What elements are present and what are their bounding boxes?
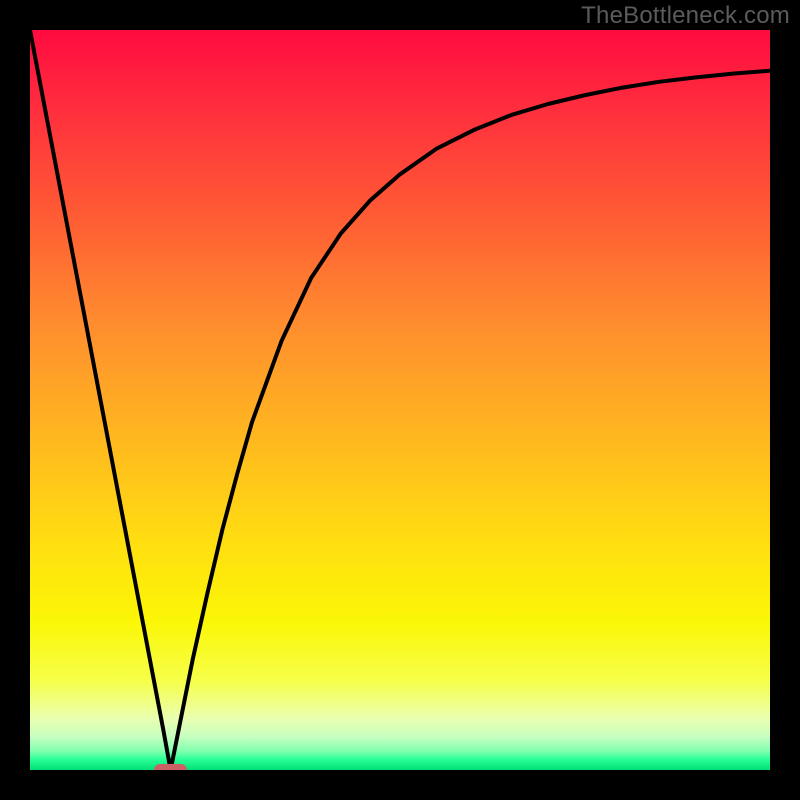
chart-frame: TheBottleneck.com [0, 0, 800, 800]
optimal-point-marker [154, 764, 187, 770]
watermark-text: TheBottleneck.com [581, 2, 790, 30]
bottleneck-curve [30, 30, 770, 770]
plot-area [30, 30, 770, 770]
